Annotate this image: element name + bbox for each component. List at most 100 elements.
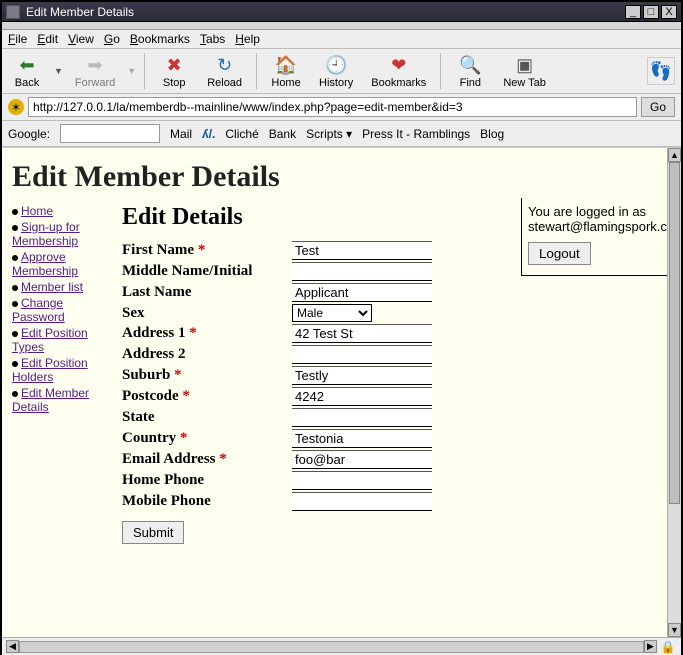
bookmark-cliche[interactable]: Cliché	[225, 127, 258, 141]
nav-signup[interactable]: Sign-up for Membership	[12, 220, 80, 248]
url-input[interactable]	[28, 97, 637, 117]
label-suburb: Suburb *	[122, 367, 292, 384]
content-viewport: Edit Member Details You are logged in as…	[2, 147, 681, 637]
label-first-name: First Name *	[122, 242, 292, 259]
scroll-thumb[interactable]	[669, 162, 680, 504]
newtab-icon: ▣	[513, 53, 537, 77]
toolbar-separator	[256, 53, 257, 89]
bookmark-bank[interactable]: Bank	[269, 127, 296, 141]
state-input[interactable]	[292, 408, 432, 427]
bookmark-scripts[interactable]: Scripts ▾	[306, 127, 352, 141]
back-dropdown-icon[interactable]: ▼	[54, 66, 63, 76]
logout-button[interactable]: Logout	[528, 242, 591, 265]
last-name-input[interactable]	[292, 283, 432, 302]
menu-file[interactable]: File	[8, 32, 27, 46]
mobile-phone-input[interactable]	[292, 492, 432, 511]
go-button[interactable]: Go	[641, 97, 675, 117]
home-phone-input[interactable]	[292, 471, 432, 490]
postcode-input[interactable]	[292, 387, 432, 406]
bookmark-mail[interactable]: Mail	[170, 127, 192, 141]
first-name-input[interactable]	[292, 241, 432, 260]
maximize-button[interactable]: □	[643, 5, 659, 19]
login-line1: You are logged in as	[528, 204, 677, 219]
nav-approve[interactable]: Approve Membership	[12, 250, 78, 278]
menu-view[interactable]: View	[68, 32, 94, 46]
home-button[interactable]: 🏠 Home	[265, 51, 307, 91]
forward-label: Forward	[75, 77, 115, 89]
scroll-down-icon[interactable]: ▼	[668, 623, 681, 637]
close-button[interactable]: X	[661, 5, 677, 19]
throbber-icon: 👣	[647, 57, 675, 85]
stop-button[interactable]: ✖ Stop	[153, 51, 195, 91]
nav-positionholders[interactable]: Edit Position Holders	[12, 356, 88, 384]
vertical-scrollbar[interactable]: ▲ ▼	[667, 148, 681, 637]
home-icon: 🏠	[274, 53, 298, 77]
statusbar: ◀ ▶ 🔒	[2, 637, 681, 655]
label-mobile-phone: Mobile Phone	[122, 493, 292, 510]
label-home-phone: Home Phone	[122, 472, 292, 489]
label-address2: Address 2	[122, 346, 292, 363]
menu-help[interactable]: Help	[235, 32, 260, 46]
minimize-button[interactable]: _	[625, 5, 641, 19]
stop-icon: ✖	[162, 53, 186, 77]
nav-memberlist[interactable]: Member list	[21, 280, 83, 294]
forward-icon: ➡	[83, 53, 107, 77]
label-state: State	[122, 409, 292, 426]
middle-input[interactable]	[292, 262, 432, 281]
page-body: Edit Member Details You are logged in as…	[2, 148, 681, 637]
nav-home[interactable]: Home	[21, 204, 53, 218]
newtab-label: New Tab	[503, 77, 546, 89]
find-label: Find	[460, 77, 481, 89]
hscroll-left-icon[interactable]: ◀	[6, 640, 19, 653]
login-box: You are logged in as stewart@flamingspor…	[521, 198, 681, 276]
back-button[interactable]: ⬅ Back	[6, 51, 48, 91]
history-label: History	[319, 77, 353, 89]
history-button[interactable]: 🕘 History	[313, 51, 359, 91]
bookmark-blog[interactable]: Blog	[480, 127, 504, 141]
label-country: Country *	[122, 430, 292, 447]
lock-icon: 🔒	[659, 640, 677, 654]
newtab-button[interactable]: ▣ New Tab	[497, 51, 552, 91]
menu-bookmarks[interactable]: Bookmarks	[130, 32, 190, 46]
nav-changepw[interactable]: Change Password	[12, 296, 65, 324]
menu-tabs[interactable]: Tabs	[200, 32, 225, 46]
google-label: Google:	[8, 127, 50, 141]
suburb-input[interactable]	[292, 366, 432, 385]
bookmarks-label: Bookmarks	[371, 77, 426, 89]
google-search-input[interactable]	[60, 124, 160, 143]
address1-input[interactable]	[292, 324, 432, 343]
history-icon: 🕘	[324, 53, 348, 77]
forward-button[interactable]: ➡ Forward	[69, 51, 121, 91]
menu-edit[interactable]: Edit	[37, 32, 58, 46]
submit-button[interactable]: Submit	[122, 521, 184, 544]
bookmark-pressit[interactable]: Press It - Ramblings	[362, 127, 470, 141]
country-input[interactable]	[292, 429, 432, 448]
horizontal-scrollbar[interactable]	[19, 641, 644, 653]
email-input[interactable]	[292, 450, 432, 469]
stop-label: Stop	[163, 77, 186, 89]
home-label: Home	[271, 77, 300, 89]
sidebar-nav: Home Sign-up for Membership Approve Memb…	[12, 204, 112, 416]
window-title: Edit Member Details	[26, 5, 623, 19]
bookmark-bar: Google: Mail ʎ/. Cliché Bank Scripts ▾ P…	[2, 121, 681, 147]
toolbar-separator	[144, 53, 145, 89]
label-last-name: Last Name	[122, 284, 292, 301]
toolbar-separator	[440, 53, 441, 89]
hscroll-right-icon[interactable]: ▶	[644, 640, 657, 653]
forward-dropdown-icon[interactable]: ▼	[127, 66, 136, 76]
scroll-up-icon[interactable]: ▲	[668, 148, 681, 162]
nav-editmember[interactable]: Edit Member Details	[12, 386, 89, 414]
label-postcode: Postcode *	[122, 388, 292, 405]
address2-input[interactable]	[292, 345, 432, 364]
address-bar: ✶ Go	[2, 94, 681, 121]
bookmarks-button[interactable]: ❤ Bookmarks	[365, 51, 432, 91]
menu-go[interactable]: Go	[104, 32, 120, 46]
sex-select[interactable]: Male	[292, 304, 372, 322]
nav-positiontypes[interactable]: Edit Position Types	[12, 326, 88, 354]
label-email: Email Address *	[122, 451, 292, 468]
find-button[interactable]: 🔍 Find	[449, 51, 491, 91]
label-address1: Address 1 *	[122, 325, 292, 342]
app-icon	[6, 5, 20, 19]
reload-button[interactable]: ↻ Reload	[201, 51, 248, 91]
page-title: Edit Member Details	[12, 160, 671, 194]
